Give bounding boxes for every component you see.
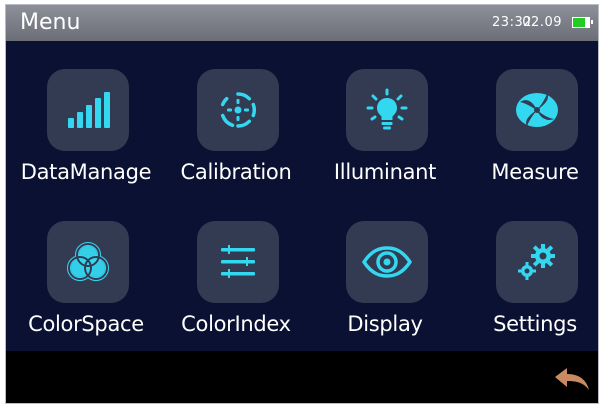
menu-item-icon-box[interactable] (47, 69, 129, 151)
menu-item-label: ColorSpace (28, 312, 144, 336)
color-circles-icon (67, 242, 109, 281)
menu-item-datamanage[interactable]: DataManage (11, 41, 161, 191)
clock-date: 02.09 (522, 15, 562, 30)
menu-grid: DataManage Calibration Illuminant Measur… (6, 41, 598, 351)
menu-item-illuminant[interactable]: Illuminant (310, 41, 460, 191)
lightbulb-icon (366, 88, 408, 130)
calibration-target-icon (220, 92, 257, 128)
menu-item-colorspace[interactable]: ColorSpace (11, 193, 161, 343)
menu-item-label: Illuminant (333, 160, 437, 184)
back-button[interactable] (552, 363, 592, 395)
menu-item-label: Settings (493, 312, 577, 336)
menu-item-icon-box[interactable] (197, 69, 279, 151)
page-title: Menu (20, 10, 81, 35)
menu-item-measure[interactable]: Measure (460, 41, 598, 191)
menu-item-icon-box[interactable] (346, 221, 428, 303)
device-screen: Menu 23:32 02.09 DataManage Calibration … (5, 4, 599, 404)
bar-chart-icon (68, 92, 110, 128)
title-bar: Menu 23:32 02.09 (6, 5, 598, 41)
menu-item-label: Display (347, 312, 423, 336)
menu-item-label: ColorIndex (181, 312, 291, 336)
menu-item-label: DataManage (20, 160, 152, 184)
menu-item-label: Measure (491, 160, 579, 184)
battery-icon (572, 17, 593, 28)
menu-item-colorindex[interactable]: ColorIndex (161, 193, 311, 343)
menu-item-icon-box[interactable] (346, 69, 428, 151)
sliders-icon (221, 245, 255, 278)
menu-item-icon-box[interactable] (496, 69, 578, 151)
eye-icon (362, 246, 412, 278)
aperture-icon (516, 93, 558, 127)
menu-item-calibration[interactable]: Calibration (161, 41, 311, 191)
gears-icon (518, 244, 555, 280)
menu-item-icon-box[interactable] (47, 221, 129, 303)
menu-item-display[interactable]: Display (310, 193, 460, 343)
battery-level-fill (573, 18, 585, 27)
bottom-bar (6, 351, 598, 403)
menu-item-icon-box[interactable] (197, 221, 279, 303)
back-arrow-icon (555, 368, 589, 390)
menu-item-label: Calibration (180, 160, 292, 184)
menu-item-settings[interactable]: Settings (460, 193, 598, 343)
menu-item-icon-box[interactable] (496, 221, 578, 303)
